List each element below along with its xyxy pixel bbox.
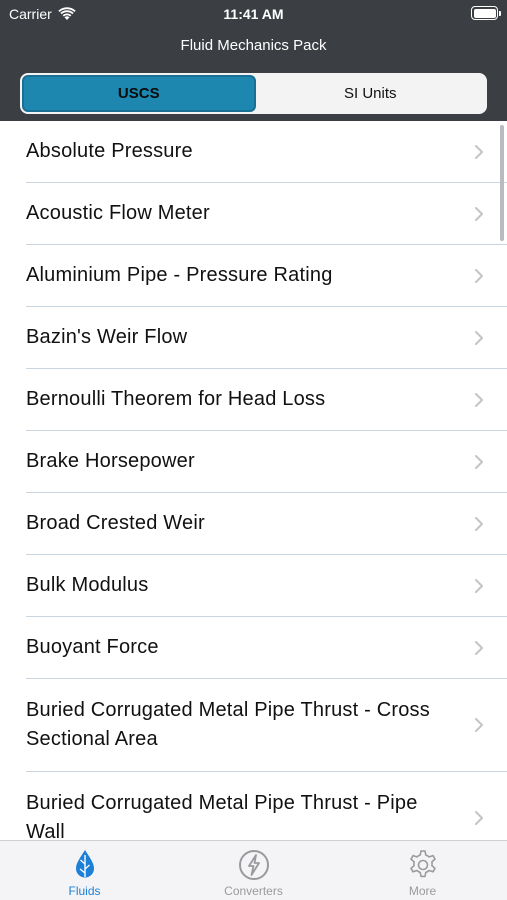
chevron-right-icon xyxy=(475,454,483,469)
tab-more[interactable]: More xyxy=(338,841,507,900)
tab-converters[interactable]: Converters xyxy=(169,841,338,900)
chevron-right-icon xyxy=(475,516,483,531)
list-item[interactable]: Buoyant Force xyxy=(0,617,507,678)
segment-si-units[interactable]: SI Units xyxy=(256,75,486,112)
tab-bar: Fluids Converters More xyxy=(0,840,507,900)
list-item-label: Absolute Pressure xyxy=(26,140,193,162)
calculator-list[interactable]: Absolute Pressure Acoustic Flow Meter Alum… xyxy=(0,121,507,840)
list-item[interactable]: Bulk Modulus xyxy=(0,555,507,616)
chevron-right-icon xyxy=(475,330,483,345)
segment-uscs[interactable]: USCS xyxy=(22,75,256,112)
list-item-label: Buried Corrugated Metal Pipe Thrust - Pi… xyxy=(26,792,418,840)
list-item[interactable]: Bazin's Weir Flow xyxy=(0,307,507,368)
list-item-label: Bulk Modulus xyxy=(26,574,149,596)
tab-label: Fluids xyxy=(68,884,101,898)
chevron-right-icon xyxy=(475,268,483,283)
list-item-label: Acoustic Flow Meter xyxy=(26,202,210,224)
list-item[interactable]: Bernoulli Theorem for Head Loss xyxy=(0,369,507,430)
chevron-right-icon xyxy=(475,578,483,593)
status-time: 11:41 AM xyxy=(223,6,284,22)
chevron-right-icon xyxy=(475,718,483,732)
chevron-right-icon xyxy=(475,144,483,159)
list-item-label: Bazin's Weir Flow xyxy=(26,326,188,348)
list-item[interactable]: Brake Horsepower xyxy=(0,431,507,492)
chevron-right-icon xyxy=(475,206,483,221)
page-title: Fluid Mechanics Pack xyxy=(180,37,327,54)
chevron-right-icon xyxy=(475,640,483,655)
list-item[interactable]: Aluminium Pipe - Pressure Rating xyxy=(0,245,507,306)
list-item-label: Aluminium Pipe - Pressure Rating xyxy=(26,264,333,286)
list-item-label: Broad Crested Weir xyxy=(26,512,205,534)
status-bar: Carrier 11:41 AM xyxy=(0,0,507,28)
list-item[interactable]: Broad Crested Weir xyxy=(0,493,507,554)
list-item[interactable]: Absolute Pressure xyxy=(0,121,507,182)
chevron-right-icon xyxy=(475,392,483,407)
tab-label: Converters xyxy=(224,884,283,898)
drop-icon xyxy=(75,850,94,878)
list-item-label: Brake Horsepower xyxy=(26,450,195,472)
list-item-label: Buried Corrugated Metal Pipe Thrust - Cr… xyxy=(26,699,430,750)
tab-label: More xyxy=(408,884,437,898)
gear-icon xyxy=(409,850,436,878)
header-bar: Carrier 11:41 AM Fluid Mechanics Pack US… xyxy=(0,0,507,121)
list-item-label: Buoyant Force xyxy=(26,636,159,658)
unit-segmented-control: USCS SI Units xyxy=(20,73,487,114)
list-item[interactable]: Buried Corrugated Metal Pipe Thrust - Pi… xyxy=(0,772,507,840)
list-item[interactable]: Buried Corrugated Metal Pipe Thrust - Cr… xyxy=(0,679,507,771)
scroll-indicator[interactable] xyxy=(500,125,504,241)
bolt-icon xyxy=(238,850,269,880)
chevron-right-icon xyxy=(475,811,483,825)
list-item[interactable]: Acoustic Flow Meter xyxy=(0,183,507,244)
tab-fluids[interactable]: Fluids xyxy=(0,841,169,900)
battery-icon xyxy=(471,6,501,20)
list-item-label: Bernoulli Theorem for Head Loss xyxy=(26,388,326,410)
